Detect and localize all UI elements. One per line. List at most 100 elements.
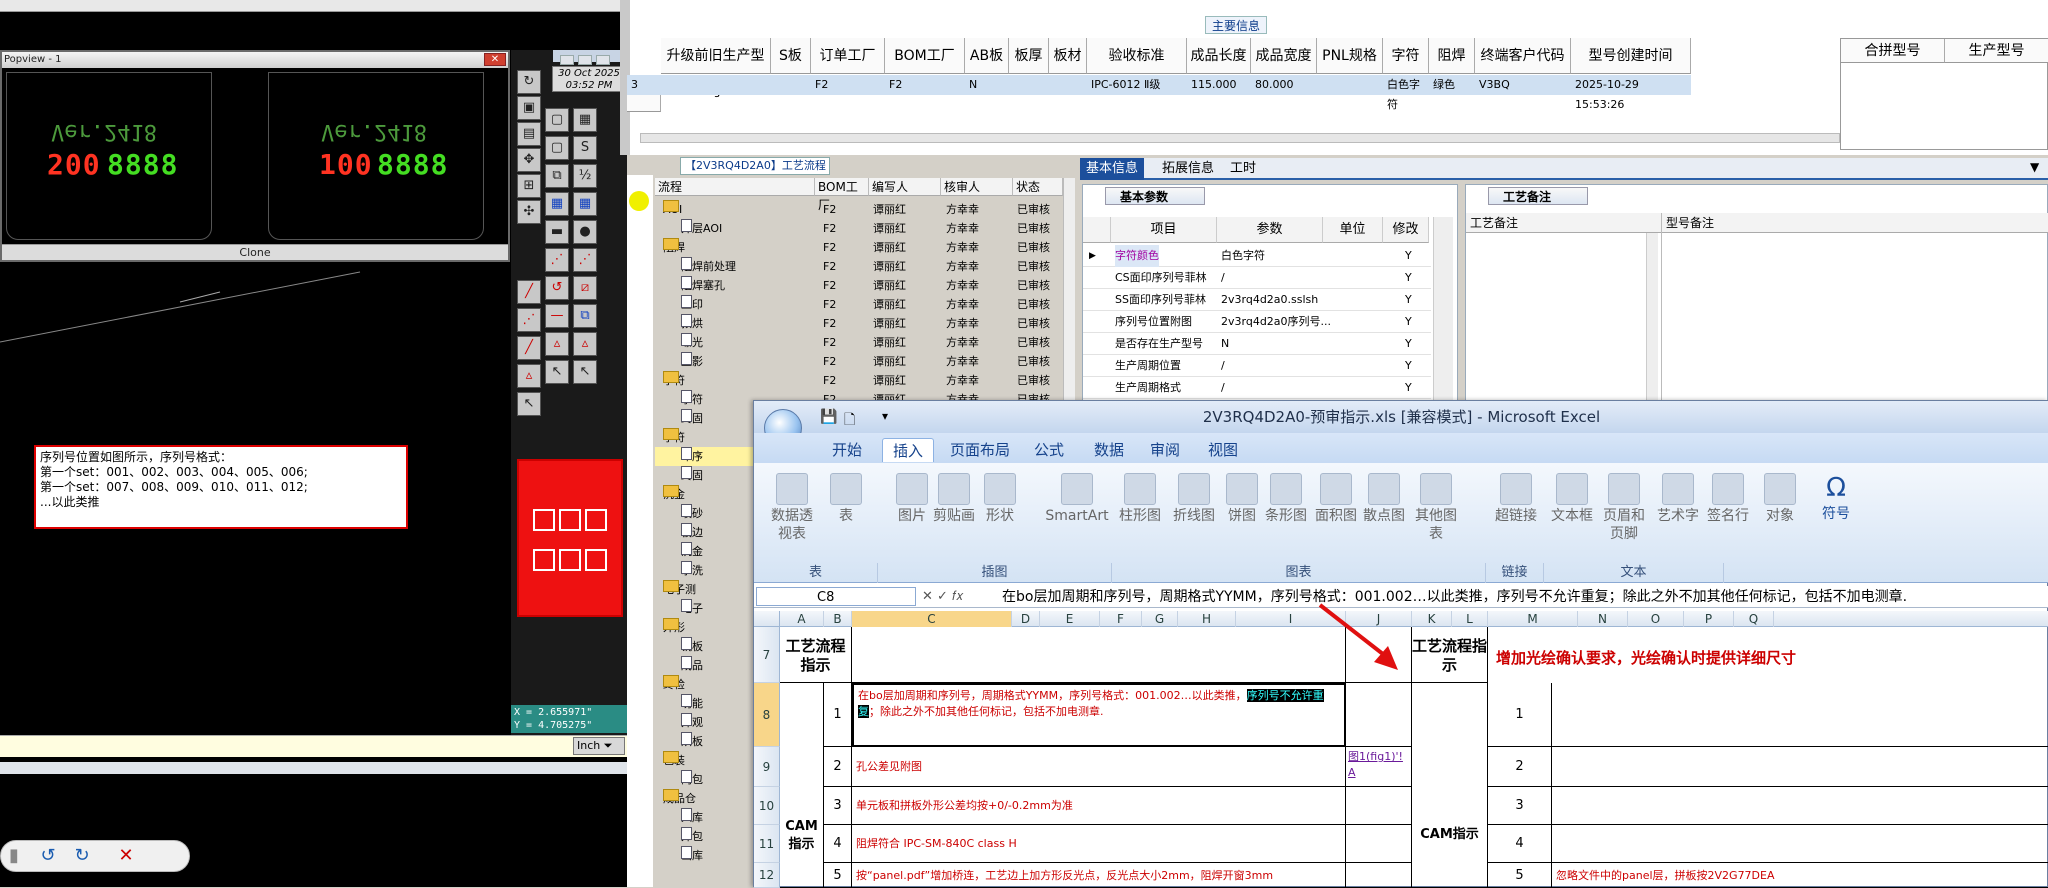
ribbon-button[interactable]: 散点图	[1360, 473, 1408, 525]
line-icon[interactable]: ╱	[517, 280, 541, 304]
column-header[interactable]: 阻焊	[1429, 38, 1475, 74]
ribbon-tab[interactable]: 视图	[1198, 438, 1248, 462]
table-cell[interactable]: 80.000	[1251, 75, 1317, 95]
tab-1[interactable]: 基本信息	[1080, 158, 1145, 180]
row-header[interactable]: 10	[754, 787, 780, 825]
ribbon-tab[interactable]: 插入	[882, 438, 935, 462]
ribbon-button[interactable]: 形状	[976, 473, 1024, 525]
triangle-icon[interactable]: ▵	[517, 364, 541, 388]
param-row[interactable]: 序列号位置附图 2v3rq4d2a0序列号... Y	[1083, 311, 1431, 333]
ribbon-button[interactable]: 图片	[888, 473, 936, 525]
formula-text[interactable]: 在bo层加周期和序列号，周期格式YYMM，序列号格式：001.002…以此类推，…	[1002, 586, 1907, 608]
column-header[interactable]: 终端客户代码	[1475, 38, 1571, 74]
item-number[interactable]: 1	[1488, 683, 1552, 747]
table-cell[interactable]: F2	[885, 75, 965, 95]
table-cell[interactable]	[661, 75, 771, 95]
redo-icon[interactable]: ↻	[69, 844, 95, 868]
table-cell[interactable]	[1317, 75, 1383, 95]
param-row[interactable]: 生产周期位置 / Y	[1083, 355, 1431, 377]
ribbon-button[interactable]: 超链接	[1492, 473, 1540, 525]
process-row[interactable]: 阻焊塞孔 F2 谭丽红 方幸幸 已审核	[655, 276, 1063, 295]
column-header[interactable]: A	[780, 611, 824, 627]
column-header[interactable]: 修改	[1383, 217, 1429, 243]
column-header[interactable]: 项目	[1111, 217, 1217, 243]
column-header[interactable]: 验收标准	[1087, 38, 1187, 74]
process-header-cell[interactable]: 工艺流程指示	[780, 627, 852, 683]
item-number[interactable]: 4	[1488, 825, 1552, 863]
ribbon-button[interactable]: 文本框	[1548, 473, 1596, 525]
column-header[interactable]: Q	[1734, 611, 1774, 627]
row-header[interactable]: 12	[754, 863, 780, 888]
pointer-icon[interactable]: ↖	[573, 360, 597, 384]
ribbon-button[interactable]: 对象	[1756, 473, 1804, 525]
node-icon[interactable]: ⋰	[517, 308, 541, 332]
layer-icon[interactable]: ▤	[517, 122, 541, 146]
column-header[interactable]: P	[1684, 611, 1734, 627]
column-header[interactable]: 板厚	[1009, 38, 1049, 74]
column-header[interactable]: 单位	[1323, 217, 1383, 243]
column-header[interactable]: D	[1012, 611, 1040, 627]
instruction-cell[interactable]: 按“panel.pdf”增加桥连，工艺边上加方形反光点，反光点大小2mm，阻焊开…	[852, 863, 1346, 888]
arc-icon[interactable]: ↺	[545, 276, 569, 300]
table-cell[interactable]	[1009, 75, 1049, 95]
cam-command-bar[interactable]	[0, 735, 627, 757]
item-number[interactable]: 5	[1488, 863, 1552, 888]
film-icon[interactable]: ▬	[545, 220, 569, 244]
ribbon-tab[interactable]: 开始	[822, 438, 872, 462]
param-row[interactable]: SS面印序列号菲林 2v3rq4d2a0.sslsh Y	[1083, 289, 1431, 311]
column-header[interactable]: 字符	[1383, 38, 1429, 74]
close-icon[interactable]: ✕	[484, 53, 506, 66]
ribbon-tab[interactable]: 审阅	[1140, 438, 1190, 462]
param-row[interactable]: CS面印序列号菲林 / Y	[1083, 267, 1431, 289]
column-header[interactable]: 状态	[1013, 178, 1063, 196]
triangle-icon[interactable]: ▵	[573, 332, 597, 356]
column-header[interactable]: M	[1488, 611, 1578, 627]
column-header[interactable]: O	[1628, 611, 1684, 627]
column-header[interactable]: 参数	[1217, 217, 1323, 243]
arc-icon[interactable]: ╱	[517, 336, 541, 360]
ribbon-button[interactable]: 折线图	[1170, 473, 1218, 525]
column-header[interactable]: 成品宽度	[1251, 38, 1317, 74]
instruction-cell[interactable]	[1552, 787, 2048, 825]
process-row[interactable]: 丝印 F2 谭丽红 方幸幸 已审核	[655, 295, 1063, 314]
note-scrollbar[interactable]	[1646, 233, 1658, 403]
s-shape-icon[interactable]: S	[573, 136, 597, 160]
ribbon-button[interactable]: 数据透视表	[768, 473, 816, 543]
item-number[interactable]: 5	[824, 863, 852, 888]
column-header[interactable]: BOM工厂	[885, 38, 965, 74]
pointer-icon[interactable]: ↖	[517, 392, 541, 416]
table-cell[interactable]: 绿色	[1429, 75, 1475, 95]
param-row[interactable]: ▶ 字符颜色 白色字符 Y	[1083, 245, 1431, 267]
column-header[interactable]: AB板	[965, 38, 1009, 74]
undo-icon[interactable]: ↺	[35, 844, 61, 868]
column-header[interactable]: S板	[771, 38, 811, 74]
ribbon-button[interactable]: 其他图表	[1412, 473, 1460, 543]
link-cell[interactable]: 图1(fig1)'!A	[1346, 747, 1412, 787]
param-row[interactable]: 是否存在生产型号 N Y	[1083, 333, 1431, 355]
tab-2[interactable]: 拓展信息	[1156, 158, 1220, 180]
instruction-cell[interactable]: 在bo层加周期和序列号，周期格式YYMM，序列号格式：001.002…以此类推，…	[852, 683, 1346, 747]
clone-button[interactable]: Clone	[2, 244, 508, 260]
table-cell[interactable]: N	[965, 75, 1009, 95]
column-header[interactable]: PNL规格	[1317, 38, 1383, 74]
process-row[interactable]: 外层AOI F2 谭丽红 方幸幸 已审核	[655, 219, 1063, 238]
close-icon[interactable]	[596, 55, 610, 65]
instruction-cell[interactable]: 阻焊符合 IPC-SM-840C class H	[852, 825, 1346, 863]
ribbon-button[interactable]: 饼图	[1218, 473, 1266, 525]
pan-icon[interactable]: ✣	[517, 200, 541, 224]
maximize-icon[interactable]	[578, 55, 592, 65]
table-cell[interactable]	[771, 75, 811, 95]
cam-label-cell[interactable]: CAM指示	[780, 683, 824, 888]
column-header[interactable]: 板材	[1049, 38, 1087, 74]
cam-label-cell[interactable]: CAM指示	[1412, 683, 1488, 888]
item-number[interactable]: 1	[824, 683, 852, 747]
ribbon-button[interactable]: SmartArt	[1044, 473, 1110, 525]
ratio-icon[interactable]: ½	[573, 164, 597, 188]
ribbon-button[interactable]: 签名行	[1704, 473, 1752, 525]
chevron-down-icon[interactable]: ▼	[2030, 160, 2044, 178]
column-header[interactable]: G	[1142, 611, 1178, 627]
process-row[interactable]: 显影 F2 谭丽红 方幸幸 已审核	[655, 352, 1063, 371]
table-cell[interactable]: F2	[811, 75, 885, 95]
triangle-icon[interactable]: ▵	[545, 332, 569, 356]
grid-icon[interactable]: ▦	[545, 192, 569, 216]
